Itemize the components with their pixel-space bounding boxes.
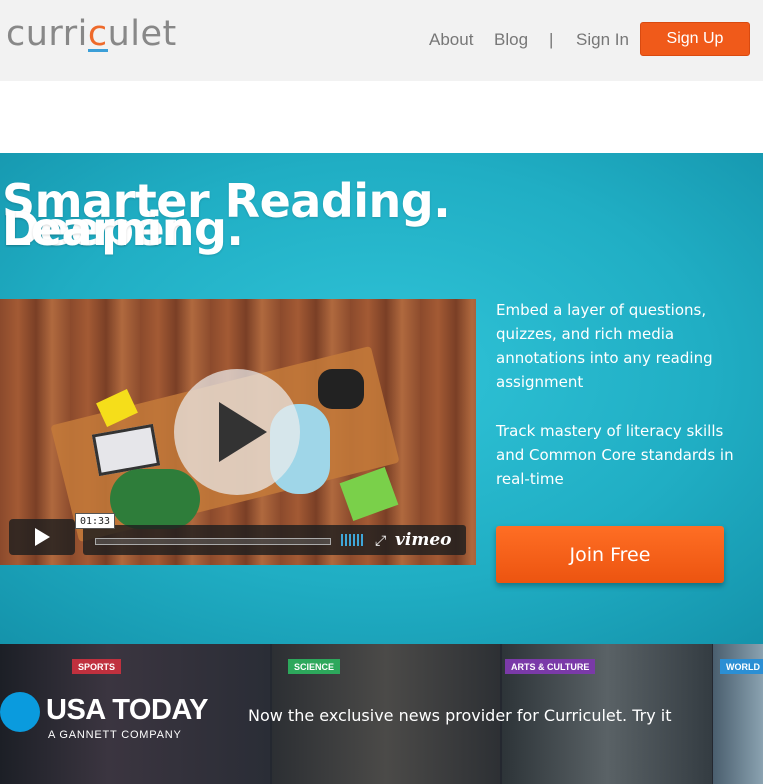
play-icon xyxy=(219,402,267,462)
usa-today-logo: USA TODAY xyxy=(46,694,209,726)
video-control-bar: ⤢ vimeo xyxy=(83,525,466,555)
video-scene-person xyxy=(110,469,200,529)
volume-icon[interactable] xyxy=(341,534,363,546)
video-time-badge: 01:33 xyxy=(75,513,115,529)
nav-separator: | xyxy=(549,30,554,49)
control-play-button[interactable] xyxy=(9,519,75,555)
play-icon xyxy=(34,528,50,546)
usa-today-dot-icon xyxy=(0,692,40,732)
hero-section: Smarter Reading. Deeper Learning. ⤢ vime… xyxy=(0,153,763,644)
logo-text-start: curri xyxy=(6,14,88,54)
banner-message[interactable]: Now the exclusive news provider for Curr… xyxy=(248,706,672,725)
usa-today-subtitle: A GANNETT COMPANY xyxy=(48,729,182,741)
hero-title: Smarter Reading. Deeper Learning. xyxy=(2,178,602,252)
category-label-arts: ARTS & CULTURE xyxy=(505,659,596,674)
vimeo-logo[interactable]: vimeo xyxy=(395,530,451,550)
logo-text-end: ulet xyxy=(107,14,177,54)
nav-about-link[interactable]: About xyxy=(429,30,473,50)
feature-text-1: Embed a layer of questions, quizzes, and… xyxy=(496,301,713,391)
category-label-world: WORLD xyxy=(720,659,763,674)
big-play-button[interactable] xyxy=(174,369,300,495)
nav-blog-link[interactable]: Blog xyxy=(494,30,528,50)
curriculet-logo[interactable]: curric ulet xyxy=(6,14,177,54)
usa-today-banner[interactable]: SPORTS SCIENCE ARTS & CULTURE WORLD USA … xyxy=(0,644,763,784)
feature-text-2: Track mastery of literacy skills and Com… xyxy=(496,422,734,488)
logo-accent-bar xyxy=(87,49,108,52)
video-scene-bag xyxy=(318,369,364,409)
video-scene-book xyxy=(339,466,399,522)
nav-sign-in-link[interactable]: Sign In xyxy=(576,30,629,50)
video-player[interactable]: ⤢ vimeo 01:33 xyxy=(0,299,476,565)
site-header: curric ulet About Blog | Sign In Sign Up xyxy=(0,0,763,81)
video-progress-bar[interactable] xyxy=(95,538,331,545)
category-label-science: SCIENCE xyxy=(288,659,341,674)
fullscreen-icon[interactable]: ⤢ xyxy=(375,532,386,549)
logo-accent: c xyxy=(87,14,108,54)
category-label-sports: SPORTS xyxy=(72,659,122,674)
sign-up-button[interactable]: Sign Up xyxy=(640,22,750,56)
join-free-button[interactable]: Join Free xyxy=(496,526,724,583)
